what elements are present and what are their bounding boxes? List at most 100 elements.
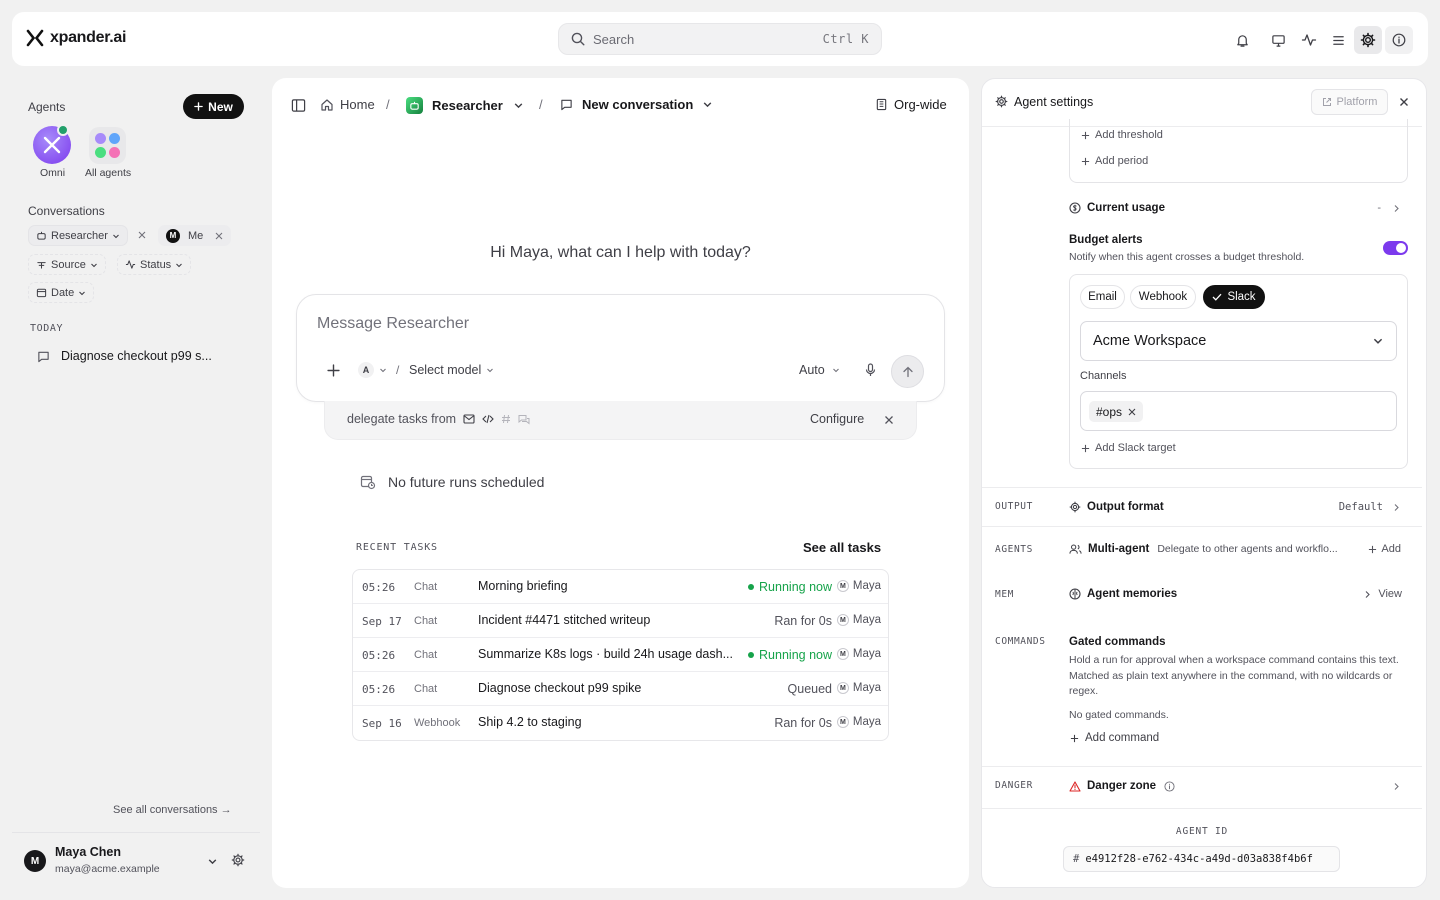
info-button[interactable] [1385, 26, 1413, 54]
gated-commands-description: Hold a run for approval when a workspace… [1069, 654, 1399, 697]
danger-section-label: DANGER [995, 780, 1033, 791]
filter-status-chip[interactable]: Status [117, 254, 192, 275]
output-format-label: Output format [1087, 501, 1164, 513]
attach-plus-icon[interactable] [327, 364, 340, 377]
task-row[interactable]: Sep 16 Webhook Ship 4.2 to staging Ran f… [353, 706, 888, 740]
code-icon [482, 414, 494, 424]
account-menu-chevron-icon[interactable] [207, 856, 218, 867]
task-row[interactable]: 05:26 Chat Summarize K8s logs · build 24… [353, 638, 888, 672]
all-agents-tile[interactable] [89, 127, 126, 164]
agent-id-field[interactable]: # e4912f28-e762-434c-a49d-d03a838f4b6f [1063, 846, 1340, 872]
chevron-down-icon[interactable] [379, 366, 387, 374]
search-bar[interactable]: Search Ctrl K [558, 23, 882, 55]
brand-logo[interactable]: xpander.ai [26, 29, 126, 47]
agent-id-label: AGENT ID [1175, 826, 1229, 837]
model-separator: / [396, 363, 400, 377]
task-time: 05:26 [362, 581, 396, 594]
tab-slack[interactable]: Slack [1203, 285, 1265, 309]
display-button[interactable] [1264, 26, 1292, 54]
user-settings-gear-icon[interactable] [231, 853, 245, 867]
section-divider [982, 526, 1422, 527]
filter-agent-chip[interactable]: Researcher [28, 225, 128, 246]
task-status-label: Running now [759, 580, 832, 594]
settings-button[interactable] [1354, 26, 1382, 54]
gear-icon [995, 95, 1008, 108]
agent-id-value: e4912f28-e762-434c-a49d-d03a838f4b6f [1085, 853, 1313, 865]
org-wide-scope[interactable]: Org-wide [875, 97, 947, 112]
info-icon [1392, 33, 1406, 47]
breadcrumb-home[interactable]: Home [320, 97, 375, 112]
tab-webhook[interactable]: Webhook [1130, 285, 1196, 309]
mode-select[interactable]: Auto [799, 363, 840, 377]
see-all-tasks-link[interactable]: See all tasks [803, 540, 881, 555]
user-avatar[interactable]: M [24, 850, 46, 872]
chevron-down-icon [513, 100, 524, 111]
add-slack-target-label: Add Slack target [1095, 442, 1176, 454]
plus-icon [1081, 157, 1090, 166]
mail-icon [463, 414, 475, 424]
new-agent-button[interactable]: New [183, 94, 244, 119]
breadcrumb-separator: / [386, 97, 390, 112]
microphone-icon[interactable] [864, 363, 877, 377]
budget-alerts-toggle[interactable] [1383, 241, 1408, 255]
model-select[interactable]: Select model [409, 363, 494, 377]
configure-button[interactable]: Configure [810, 412, 864, 426]
channels-input[interactable]: #ops [1080, 391, 1397, 431]
add-slack-target-button[interactable]: Add Slack target [1081, 442, 1176, 454]
task-user-avatar: M [836, 648, 849, 660]
clear-user-filter-icon[interactable] [215, 232, 223, 240]
filter-user-chip[interactable]: M Me [158, 225, 232, 246]
add-command-button[interactable]: Add command [1070, 732, 1159, 744]
clear-agent-filter-icon[interactable] [138, 231, 146, 239]
danger-zone-row[interactable]: Danger zone [1069, 778, 1408, 794]
see-all-conversations-link[interactable]: See all conversations → [113, 804, 232, 816]
task-title: Ship 4.2 to staging [478, 715, 582, 729]
add-multi-agent-button[interactable]: Add [1368, 543, 1401, 555]
platform-button[interactable]: Platform [1311, 89, 1388, 115]
external-link-icon [1322, 97, 1332, 107]
breadcrumb-agent[interactable]: Researcher [406, 97, 524, 114]
online-status-dot [57, 124, 69, 136]
greeting: Hi Maya, what can I help with today? [490, 244, 751, 261]
new-button-label: New [208, 99, 233, 114]
budget-alerts-description: Notify when this agent crosses a budget … [1069, 251, 1305, 263]
workspace-select[interactable]: Acme Workspace [1080, 321, 1397, 361]
message-icon [37, 350, 50, 363]
output-format-row[interactable]: Output format Default [1069, 499, 1408, 515]
filter-source-chip[interactable]: Source [28, 254, 106, 275]
close-icon[interactable] [1399, 97, 1409, 107]
plus-icon [1081, 444, 1090, 453]
filter-date-chip[interactable]: Date [28, 282, 95, 303]
search-shortcut: Ctrl K [822, 32, 869, 46]
task-row[interactable]: Sep 17 Chat Incident #4471 stitched writ… [353, 604, 888, 638]
user-name: Maya Chen [55, 845, 121, 859]
filter-status-label: Status [140, 258, 172, 271]
notifications-button[interactable] [1228, 26, 1256, 54]
toggle-knob [1396, 243, 1406, 253]
agent-dot-icon [95, 147, 106, 158]
agent-dot-icon [109, 133, 120, 144]
send-button[interactable] [891, 355, 924, 388]
task-row[interactable]: 05:26 Chat Morning briefing Running now … [353, 570, 888, 604]
conversation-item[interactable]: Diagnose checkout p99 s... [28, 344, 248, 368]
close-icon[interactable] [884, 415, 894, 425]
task-row[interactable]: 05:26 Chat Diagnose checkout p99 spike Q… [353, 672, 888, 706]
menu-button[interactable] [1324, 26, 1352, 54]
activity-button[interactable] [1295, 26, 1323, 54]
breadcrumb-conversation[interactable]: New conversation [560, 97, 713, 112]
chevron-down-icon [1372, 335, 1384, 347]
message-composer[interactable]: Message Researcher A / Select model Auto [296, 294, 945, 402]
delegate-banner: delegate tasks from Configure [324, 401, 917, 440]
current-usage-row[interactable]: Current usage - [1069, 200, 1408, 216]
message-input[interactable]: Message Researcher [317, 315, 469, 333]
add-period-button[interactable]: Add period [1081, 155, 1148, 167]
view-memories-button[interactable]: View [1364, 588, 1402, 600]
model-provider-badge[interactable]: A [358, 362, 374, 378]
hash-icon [501, 414, 511, 424]
info-icon [1164, 780, 1175, 792]
add-threshold-button[interactable]: Add threshold [1081, 129, 1163, 141]
sidebar-toggle-icon[interactable] [291, 98, 306, 113]
remove-tag-close-icon[interactable] [1128, 408, 1136, 416]
omni-agent-avatar[interactable] [33, 124, 71, 164]
tab-email[interactable]: Email [1080, 285, 1125, 309]
